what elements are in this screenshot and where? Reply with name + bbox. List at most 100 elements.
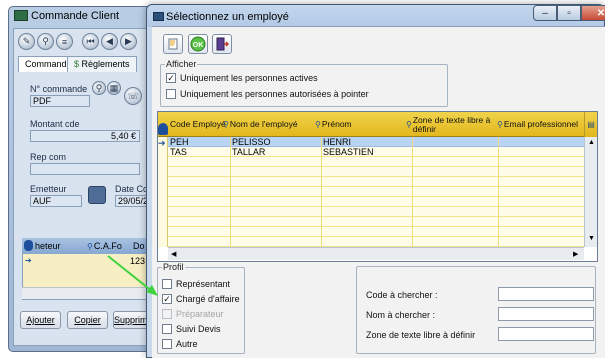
close-icon[interactable]: ✕ [581,5,605,21]
search-icon[interactable]: ⚲ [37,33,54,50]
scroll-left-icon[interactable]: ◀ [171,250,176,258]
col-email-pro[interactable]: ⚲ Email professionnel [497,112,583,137]
checkbox-icon[interactable] [166,89,176,99]
checkbox-icon[interactable] [162,279,172,289]
profil-option[interactable]: ✓ Chargé d'affaire [162,294,240,304]
profil-option-label: Autre [176,339,198,349]
code-search-label: Code à chercher : [366,290,438,300]
zone-search-input[interactable] [498,327,594,341]
mini-col-ca: ⚲C.A.Fo [87,241,122,251]
option-personnes-actives[interactable]: ✓ Uniquement les personnes actives [166,73,318,83]
search-icon: ⚲ [497,120,503,129]
table-vertical-scrollbar[interactable]: ▲ ▼ [584,137,597,247]
afficher-group: Afficher [160,59,448,107]
code-search-input[interactable] [498,287,594,301]
money-icon: $ [74,59,80,69]
checkbox-icon[interactable] [162,339,172,349]
profil-option-label: Suivi Devis [176,324,221,334]
profil-option-label: Chargé d'affaire [176,294,240,304]
n-commande-label: N° commande [30,84,88,94]
n-commande-field[interactable]: PDF [30,95,90,107]
col-nom-employe[interactable]: ⚲ Nom de l'employé [223,112,298,137]
calculator-icon[interactable] [88,186,106,204]
minimize-icon[interactable]: – [533,5,557,21]
svg-text:OK: OK [193,42,204,49]
option-personnes-pointer[interactable]: Uniquement les personnes autorisées à po… [166,89,369,99]
column-settings-icon[interactable]: ▤ [584,112,597,137]
cell-prenom: SEBASTIEN [323,147,374,157]
col-code-employe[interactable]: Code Employé [170,112,226,137]
exit-button[interactable] [212,34,232,54]
mini-row-value: 123 [130,256,146,266]
exit-door-icon [216,37,229,51]
search-icon: ⚲ [223,120,229,129]
cell-code: PEH [170,137,189,147]
cell-nom: TALLAR [232,147,266,157]
sort-icon [24,240,33,251]
ok-button[interactable]: OK [188,34,208,54]
checkbox-icon[interactable] [162,324,172,334]
mini-col-heteur: heteur [35,241,61,251]
copier-button[interactable]: Copier [67,311,108,329]
option-label: Uniquement les personnes actives [180,73,318,83]
grid-icon[interactable]: ▦ [107,81,121,95]
list-icon[interactable]: ≡ [56,33,73,50]
col-divider [498,137,499,247]
new-record-button[interactable] [163,34,183,54]
emetteur-label: Emetteur [30,184,67,194]
dialog-window-icon [153,12,164,21]
profil-legend: Profil [163,262,184,272]
maximize-icon[interactable]: ▫ [557,5,581,21]
col-divider [230,137,231,247]
new-icon [168,38,178,50]
search-icon: ⚲ [406,120,412,129]
search-icon[interactable]: ⚲ [92,81,106,95]
col-divider [321,137,322,247]
search-icon: ⚲ [87,242,93,251]
checkbox-icon [162,309,172,319]
window-controls: – ▫ ✕ [533,5,605,22]
scroll-right-icon[interactable]: ▶ [573,250,578,258]
rep-com-field[interactable] [30,163,140,175]
window-title: Commande Client [31,10,120,22]
emetteur-field[interactable]: AUF [30,195,82,207]
profil-option[interactable]: Suivi Devis [162,324,221,334]
mini-col-do: Do [133,241,145,251]
checkbox-checked-icon[interactable]: ✓ [162,294,172,304]
montant-field: 5,40 € [30,130,140,142]
row-indicator-column [158,137,168,247]
ajouter-button[interactable]: Ajouter [20,311,61,329]
current-row-arrow-icon: ➔ [158,138,166,148]
afficher-legend: Afficher [166,59,197,69]
cell-code: TAS [170,147,187,157]
window-app-icon [14,10,28,21]
date-cde-field[interactable]: 29/05/2 [115,195,148,207]
tab-reglements[interactable]: $ Règlements [67,56,137,72]
nom-search-input[interactable] [498,307,594,321]
montant-label: Montant cde [30,119,80,129]
rep-com-label: Rep com [30,152,67,162]
ok-icon: OK [190,36,206,52]
profil-option[interactable]: Représentant [162,279,230,289]
table-horizontal-scrollbar[interactable]: ◀ ▶ [168,247,584,260]
col-zone-texte[interactable]: ⚲ Zone de texte libre à définir [406,112,492,137]
first-record-icon[interactable]: ⏮ [82,33,99,50]
cell-nom: PELISSO [232,137,271,147]
scroll-up-icon[interactable]: ▲ [588,139,595,146]
sort-icon[interactable] [158,123,168,135]
cell-prenom: HENRI [323,137,352,147]
previous-record-icon[interactable]: ◀ [101,33,118,50]
dialog-title: Sélectionnez un employé [166,11,289,23]
col-divider [412,137,413,247]
profil-option-label: Représentant [176,279,231,289]
scroll-down-icon[interactable]: ▼ [588,235,595,242]
zone-search-label: Zone de texte libre à définir [366,330,476,340]
new-icon[interactable]: ✎ [18,33,35,50]
col-prenom[interactable]: ⚲ Prénom [315,112,375,137]
next-record-icon[interactable]: ▶ [120,33,137,50]
option-label: Uniquement les personnes autorisées à po… [180,89,369,99]
checkbox-checked-icon[interactable]: ✓ [166,73,176,83]
phone-icon[interactable]: ☏ [124,87,142,105]
mini-hscroll[interactable] [22,287,147,299]
profil-option[interactable]: Autre [162,339,198,349]
